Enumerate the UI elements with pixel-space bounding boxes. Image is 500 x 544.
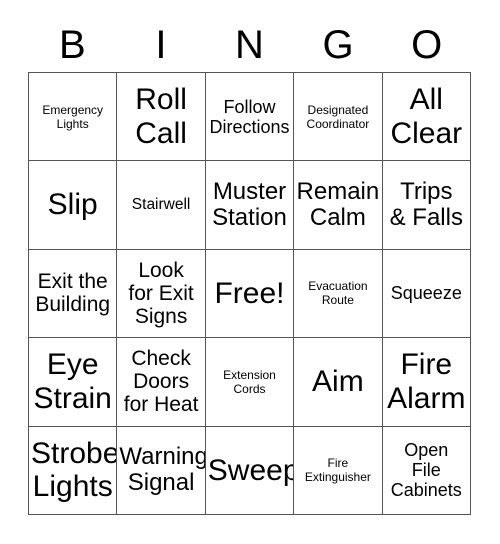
bingo-cell-label: Fire Alarm (387, 348, 466, 415)
bingo-card: B I N G O Emergency Lights Roll Call Follow Di… (0, 0, 500, 544)
bingo-cell-label: Fire Extinguisher (304, 456, 371, 485)
bingo-cell[interactable]: Stairwell (117, 161, 206, 250)
bingo-cell[interactable]: Trips & Falls (382, 161, 471, 250)
bingo-cell-label: Emergency Lights (42, 102, 104, 131)
bingo-cell[interactable]: Squeeze (382, 249, 471, 339)
bingo-cell[interactable]: Roll Call (117, 73, 206, 162)
bingo-cell-label: Roll Call (135, 83, 187, 150)
bingo-cell[interactable]: Designated Coordinator (294, 73, 383, 162)
bingo-free-cell[interactable]: Free! (205, 249, 295, 339)
bingo-cell-label: Extension Cords (223, 367, 276, 396)
bingo-cell[interactable]: Muster Station (205, 161, 295, 250)
bingo-cell[interactable]: Emergency Lights (29, 73, 118, 162)
bingo-cell-label: All Clear (390, 83, 463, 150)
bingo-cell[interactable]: Extension Cords (205, 338, 295, 427)
bingo-cell[interactable]: Follow Directions (205, 73, 295, 162)
bingo-cell-label: Evacuation Route (308, 279, 368, 308)
bingo-header-letter-o: O (411, 23, 443, 67)
bingo-cell[interactable]: Slip (29, 161, 118, 250)
bingo-cell-label: Check Doors for Heat (123, 347, 199, 417)
bingo-cell-label: Remain Calm (296, 178, 380, 232)
bingo-cell-label: Strobe Lights (31, 436, 118, 504)
bingo-cell-label: Open File Cabinets (390, 440, 462, 501)
bingo-cell-label: Look for Exit Signs (128, 258, 194, 329)
bingo-cell[interactable]: Fire Alarm (382, 338, 471, 427)
bingo-cell[interactable]: Exit the Building (29, 249, 118, 339)
bingo-cell[interactable]: Sweep (205, 426, 295, 515)
bingo-header-letter-i: I (155, 23, 167, 67)
bingo-cell[interactable]: Aim (294, 338, 383, 427)
bingo-cell[interactable]: Check Doors for Heat (117, 338, 206, 427)
bingo-cell[interactable]: Remain Calm (294, 161, 383, 250)
bingo-cell-label: Squeeze (390, 283, 462, 304)
bingo-cell[interactable]: Strobe Lights (29, 426, 118, 515)
bingo-cell-label: Follow Directions (209, 96, 290, 137)
bingo-cell-label: Trips & Falls (389, 178, 463, 232)
bingo-header-letter-b: B (58, 23, 86, 67)
bingo-header-row: BINGO (28, 18, 471, 72)
bingo-cell-label: Muster Station (212, 178, 287, 232)
bingo-cell-label: Stairwell (131, 196, 191, 214)
bingo-cell[interactable]: Evacuation Route (294, 249, 383, 339)
bingo-cell-label: Aim (312, 365, 364, 399)
bingo-cell-label: Designated Coordinator (306, 102, 370, 131)
bingo-cell[interactable]: Fire Extinguisher (294, 426, 383, 515)
bingo-cell[interactable]: Warning Signal (117, 426, 206, 515)
bingo-header-letter-g: G (322, 23, 354, 67)
bingo-cell-label: Free! (214, 276, 285, 310)
bingo-cell-label: Exit the Building (35, 270, 111, 317)
bingo-cell-label: Warning Signal (119, 443, 206, 497)
bingo-cell-label: Sweep (207, 453, 295, 487)
bingo-cell-label: Slip (47, 188, 98, 222)
bingo-cell[interactable]: Open File Cabinets (382, 426, 471, 515)
bingo-grid: Emergency Lights Roll Call Follow Directio… (28, 72, 471, 515)
bingo-cell-label: Eye Strain (33, 348, 112, 415)
bingo-cell[interactable]: Look for Exit Signs (117, 249, 206, 339)
bingo-cell[interactable]: Eye Strain (29, 338, 118, 427)
bingo-cell[interactable]: All Clear (382, 73, 471, 162)
bingo-header-letter-n: N (235, 23, 264, 67)
